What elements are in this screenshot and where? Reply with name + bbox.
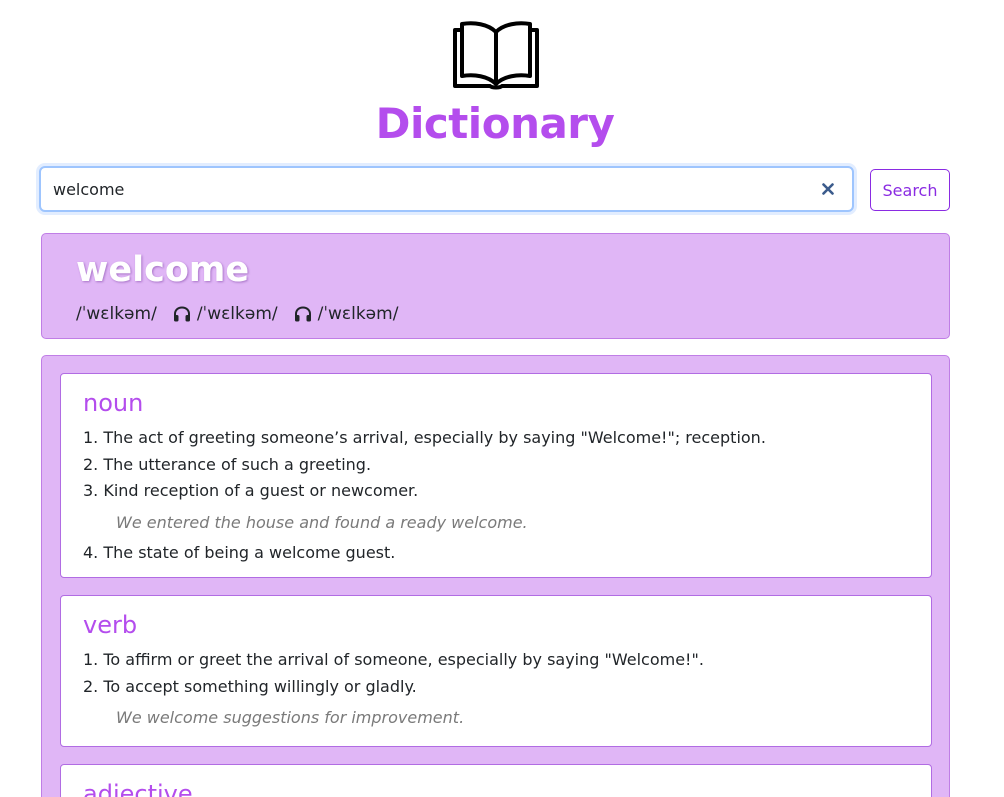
app-title: Dictionary <box>375 99 615 148</box>
search-button[interactable]: Search <box>870 169 950 211</box>
meaning-card-adjective: adjective <box>60 764 932 797</box>
phonetics-row: /ˈwɛlkəm/ /ˈwɛlkəm/ /ˈwɛlkəm/ <box>76 302 414 326</box>
search-input[interactable] <box>53 174 793 204</box>
play-audio-button[interactable] <box>173 306 191 322</box>
definition-item: 3. Kind reception of a guest or newcomer… <box>83 481 419 500</box>
close-icon <box>822 183 834 195</box>
headphones-icon <box>173 306 190 322</box>
part-of-speech: adjective <box>83 780 193 797</box>
definition-example: We entered the house and found a ready w… <box>116 513 528 532</box>
part-of-speech: verb <box>83 611 138 639</box>
definition-item: 2. The utterance of such a greeting. <box>83 455 372 474</box>
clear-search-button[interactable] <box>818 179 838 199</box>
play-audio-button[interactable] <box>294 306 312 322</box>
definition-item: 1. The act of greeting someone’s arrival… <box>83 428 766 447</box>
meaning-card-verb: verb 1. To affirm or greet the arrival o… <box>60 595 932 747</box>
definition-item: 4. The state of being a welcome guest. <box>83 543 396 562</box>
definition-item: 1. To affirm or greet the arrival of som… <box>83 650 704 669</box>
meanings-panel: noun 1. The act of greeting someone’s ar… <box>41 355 950 797</box>
definition-example: We welcome suggestions for improvement. <box>116 708 465 727</box>
phonetic-text: /ˈwɛlkəm/ <box>196 304 278 324</box>
meaning-card-noun: noun 1. The act of greeting someone’s ar… <box>60 373 932 578</box>
phonetic-text: /ˈwɛlkəm/ <box>76 304 157 324</box>
word-title: welcome <box>76 250 250 290</box>
book-icon <box>453 21 539 90</box>
part-of-speech: noun <box>83 389 144 417</box>
word-header: welcome /ˈwɛlkəm/ /ˈwɛlkəm/ /ˈwɛlkəm/ <box>41 233 950 339</box>
headphones-icon <box>294 306 311 322</box>
search-box <box>39 166 854 212</box>
phonetic-text: /ˈwɛlkəm/ <box>317 304 399 324</box>
definition-item: 2. To accept something willingly or glad… <box>83 677 417 696</box>
dictionary-app: Dictionary Search welcome /ˈwɛlkəm/ /ˈwɛ… <box>0 0 1004 797</box>
